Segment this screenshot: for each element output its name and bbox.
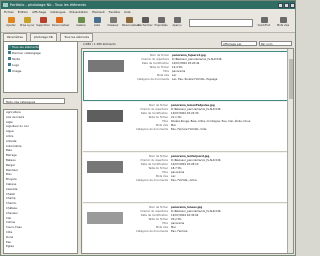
thumbnail-image — [87, 110, 123, 122]
tree-item-text[interactable]: Texte — [8, 57, 20, 62]
keyword-filter-select[interactable]: Mots clés catalogués — [3, 98, 65, 104]
results-list: Nom de fichier panorama_fajeare4.jpg Che… — [81, 48, 294, 254]
customize-button[interactable]: Personnaliser — [52, 17, 69, 31]
preview-button[interactable]: Aperçu — [170, 17, 184, 31]
keyword-list: Agriculture Aire de loisirs Aigle Aiguil… — [3, 109, 78, 254]
folder-icon — [8, 69, 11, 72]
keywords-button[interactable]: Mots clés — [276, 17, 290, 31]
tree-item-image[interactable]: Image — [8, 69, 21, 74]
result-card[interactable]: Nom de fichier panorama_lemonFadpoIse.jp… — [83, 102, 292, 152]
window-title: Portfolio - photolage Nb - Tous les élém… — [10, 3, 87, 7]
tree-item-last[interactable]: Dernier catalogage — [8, 51, 41, 56]
tree-item-logo[interactable]: Logo — [8, 63, 19, 68]
result-card[interactable]: Nom de fichier panorama_lunees.jpg Chemi… — [83, 204, 292, 253]
menu-presentation[interactable]: Présentation — [69, 9, 88, 16]
minimize-button[interactable] — [278, 2, 283, 8]
search-icon — [141, 17, 149, 23]
view-select[interactable]: Affichage par prévisuaé — [221, 41, 257, 51]
binder-icon — [109, 17, 117, 23]
close-button[interactable] — [290, 2, 295, 8]
delete-icon — [39, 17, 47, 23]
menu-edit[interactable]: Édition — [18, 9, 28, 16]
results-header: 1/280 / 1 280 éléments Affichage par pré… — [81, 41, 294, 51]
menu-file[interactable]: Fichier — [4, 9, 14, 16]
left-panel: Tous les éléments Dernier catalogage Tex… — [3, 41, 78, 254]
keywords-icon — [279, 17, 287, 23]
update-button[interactable]: Prise à jour — [20, 17, 35, 31]
quickfind-icon — [260, 17, 268, 23]
menu-bar: Fichier Édition Affichage Catalogue Prés… — [1, 9, 295, 16]
folder-icon — [8, 45, 11, 48]
results-panel: 1/280 / 1 280 éléments Affichage par pré… — [81, 41, 294, 254]
tree-item-all[interactable]: Tous les éléments — [8, 45, 39, 50]
title-bar: Portfolio - photolage Nb - Tous les élém… — [1, 1, 295, 9]
menu-item[interactable]: Élément — [92, 9, 104, 16]
item-count: 1/280 / 1 280 éléments — [83, 42, 116, 46]
properties-button[interactable]: Propriétés — [154, 17, 168, 31]
list-item[interactable]: Eglise — [4, 244, 77, 249]
catalog-tree: Tous les éléments Dernier catalogage Tex… — [3, 41, 78, 93]
update-icon — [23, 17, 31, 23]
app-icon — [3, 3, 8, 7]
list-icon — [93, 17, 101, 23]
quickfind-button[interactable]: QuickFind — [257, 17, 271, 31]
folder-icon — [8, 63, 11, 66]
menu-view[interactable]: Affichage — [32, 9, 46, 16]
gallery-icon — [77, 17, 85, 23]
result-card[interactable]: Nom de fichier panorama_lenfonjeard.jpg … — [83, 153, 292, 203]
customize-icon — [55, 17, 63, 23]
quickfind-input[interactable] — [189, 19, 253, 27]
search-button[interactable]: Rechercher — [138, 17, 153, 31]
add-button[interactable]: Ajouter — [4, 17, 18, 31]
list-button[interactable]: Liste — [90, 17, 104, 31]
add-icon — [7, 17, 15, 23]
folder-icon — [8, 51, 11, 54]
result-card[interactable]: Nom de fichier panorama_fajeare4.jpg Che… — [83, 51, 292, 101]
menu-window[interactable]: Fenêtre — [109, 9, 120, 16]
customize-view-button[interactable]: Personnaliser — [122, 17, 139, 31]
thumbnail-image — [88, 60, 124, 72]
delete-button[interactable]: Supprimer — [36, 17, 50, 31]
menu-help[interactable]: Aide — [124, 9, 131, 16]
properties-icon — [157, 17, 165, 23]
sort-select[interactable]: Par nom — [259, 41, 292, 46]
scrollbar-thumb[interactable] — [288, 59, 293, 99]
preview-icon — [173, 17, 181, 23]
results-scrollbar[interactable] — [287, 49, 293, 253]
toolbar: Ajouter Prise à jour Supprimer Personnal… — [1, 16, 295, 33]
app-window: Portfolio - photolage Nb - Tous les élém… — [0, 0, 296, 256]
menu-catalog[interactable]: Catalogue — [50, 9, 65, 16]
thumbnail-image — [87, 161, 123, 173]
maximize-button[interactable] — [284, 2, 289, 8]
customize-view-icon — [125, 17, 133, 23]
binder-button[interactable]: Classeur — [106, 17, 120, 31]
tab-bar: Paramètres photolage.fdb Tous les élémen… — [1, 33, 295, 42]
thumbnail-image — [87, 212, 123, 224]
gallery-button[interactable]: Galerie — [74, 17, 88, 31]
folder-icon — [8, 57, 11, 60]
